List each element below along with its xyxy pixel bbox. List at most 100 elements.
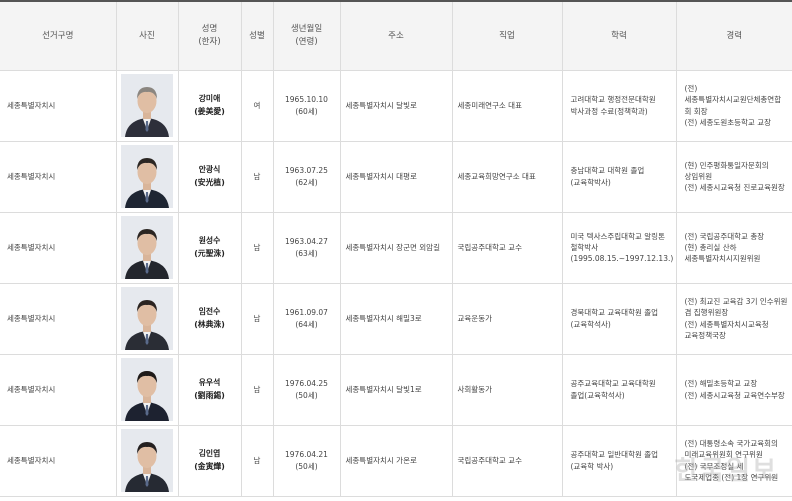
education-line-1: 고려대학교 행정전문대학원: [570, 95, 656, 105]
cell-job: 사회활동가: [452, 354, 563, 426]
cell-district: 세종특별자치시: [0, 354, 117, 426]
cell-education: 충남대학교 대학원 졸업 (교육학박사): [562, 141, 677, 213]
cell-gender: 여: [241, 70, 274, 142]
education-line-2: (교육학석사): [570, 319, 611, 329]
cell-career: (전) 대통령소속 국가교육회의 미래교육위원회 연구위원 (전) 국무조정실 세도…: [676, 425, 792, 497]
career-line-1: (전) 국립공주대학교 총장: [684, 231, 765, 241]
career-line-3: 세종특별자치시지원위원: [684, 254, 761, 264]
cell-education: 공주대학교 일반대학원 졸업 (교육학 박사): [562, 425, 677, 497]
cell-district: 세종특별자치시: [0, 212, 117, 284]
career-line-4: 교육정책국장: [684, 330, 726, 340]
table-row: 세종특별자치시 임전수 (林典洙) 남 1961.09.07 (64세) 세종특별자치시 해…: [0, 283, 792, 355]
career-line-3: 회 회장: [684, 106, 708, 116]
header-birth-line2: (연령): [295, 36, 318, 47]
candidate-age: (60세): [295, 106, 318, 116]
cell-photo: [116, 354, 179, 426]
candidate-age: (50세): [295, 390, 318, 400]
header-row: 선거구명 사진 성명 (한자) 성별 생년월일 (연령) 주소 직업 학력 경력: [0, 0, 792, 71]
candidate-age: (62세): [295, 177, 318, 187]
education-line-1: 경북대학교 교육대학원 졸업: [570, 308, 659, 318]
candidate-hanja: (姜美愛): [194, 106, 225, 116]
cell-name: 강미애 (姜美愛): [178, 70, 242, 142]
candidate-birthdate: 1961.09.07: [285, 308, 328, 318]
candidate-birthdate: 1965.10.10: [285, 95, 328, 105]
cell-education: 미국 텍사스주립대학교 알링톤 철학박사 (1995.08.15.~1997.12.…: [562, 212, 677, 284]
career-line-3: (전) 세종특별자치시교육청: [684, 319, 769, 329]
candidate-hanja: (金寅燁): [194, 461, 225, 471]
candidate-birthdate: 1963.04.27: [285, 237, 328, 247]
education-line-1: 미국 텍사스주립대학교 알링톤: [570, 231, 665, 241]
candidate-age: (50세): [295, 461, 318, 471]
candidate-name: 임전수: [198, 307, 221, 317]
career-line-2: 미래교육위원회 연구위원: [684, 450, 763, 460]
portrait-image: [121, 216, 173, 279]
candidate-name: 강미애: [198, 94, 221, 104]
cell-photo: [116, 70, 179, 142]
education-line-2: (교육학 박사): [570, 461, 614, 471]
career-line-2: (전) 세종시교육청 교육연수부장: [684, 390, 785, 400]
candidate-table: 선거구명 사진 성명 (한자) 성별 생년월일 (연령) 주소 직업 학력 경력…: [0, 0, 792, 497]
cell-photo: [116, 283, 179, 355]
portrait-image: [121, 74, 173, 137]
header-photo: 사진: [116, 0, 179, 71]
candidate-hanja: (元聖洙): [194, 248, 225, 258]
career-line-3: (전) 세종시교육청 진로교육원장: [684, 183, 785, 193]
career-line-1: (전): [684, 84, 698, 93]
header-birth-line1: 생년월일: [290, 24, 323, 35]
cell-address: 세종특별자치시 해밀3로: [340, 283, 453, 355]
table-row: 세종특별자치시 유우석 (劉雨錫) 남 1976.04.25 (50세) 세종특별자치시 달…: [0, 354, 792, 426]
candidate-hanja: (安光植): [194, 177, 225, 187]
header-district: 선거구명: [0, 0, 117, 71]
cell-job: 국립공주대학교 교수: [452, 425, 563, 497]
table-row: 세종특별자치시 원성수 (元聖洙) 남 1963.04.27 (63세) 세종특별자치시 장…: [0, 212, 792, 284]
header-name: 성명 (한자): [178, 0, 242, 71]
header-career: 경력: [676, 0, 792, 71]
cell-district: 세종특별자치시: [0, 70, 117, 142]
header-education: 학력: [562, 0, 677, 71]
portrait-image: [121, 358, 173, 421]
cell-district: 세종특별자치시: [0, 141, 117, 213]
candidate-birthdate: 1976.04.25: [285, 379, 328, 389]
candidate-birthdate: 1976.04.21: [285, 450, 328, 460]
cell-job: 교육운동가: [452, 283, 563, 355]
cell-career: (현) 민주평화통일자문회의 상임위원 (전) 세종시교육청 진로교육원장: [676, 141, 792, 213]
table-row: 세종특별자치시 안광식 (安光植) 남 1963.07.25 (62세) 세종특별자치시 대…: [0, 141, 792, 213]
cell-career: (전) 해밀초등학교 교장 (전) 세종시교육청 교육연수부장: [676, 354, 792, 426]
career-line-1: (전) 해밀초등학교 교장: [684, 379, 758, 389]
cell-birth: 1963.04.27 (63세): [273, 212, 341, 284]
cell-education: 공주교육대학교 교육대학원 졸업(교육학석사): [562, 354, 677, 426]
cell-district: 세종특별자치시: [0, 425, 117, 497]
header-birth: 생년월일 (연령): [273, 0, 341, 71]
table-row: 세종특별자치시 김인엽 (金寅燁) 남 1976.04.21 (50세) 세종특별자치시 가…: [0, 425, 792, 497]
education-line-1: 충남대학교 대학원 졸업: [570, 166, 645, 176]
cell-name: 임전수 (林典洙): [178, 283, 242, 355]
portrait-image: [121, 287, 173, 350]
table-row: 세종특별자치시 강미애 (姜美愛) 여 1965.10.10 (60세) 세종특별자치시 달…: [0, 70, 792, 142]
candidate-name: 원성수: [198, 236, 221, 246]
career-line-1: (현) 민주평화통일자문회의: [684, 160, 769, 170]
candidate-photo: [121, 74, 173, 137]
cell-address: 세종특별자치시 달빛1로: [340, 354, 453, 426]
cell-birth: 1976.04.21 (50세): [273, 425, 341, 497]
cell-district: 세종특별자치시: [0, 283, 117, 355]
cell-birth: 1976.04.25 (50세): [273, 354, 341, 426]
candidate-hanja: (劉雨錫): [194, 390, 225, 400]
education-line-1: 공주교육대학교 교육대학원: [570, 379, 656, 389]
portrait-image: [121, 145, 173, 208]
candidate-age: (64세): [295, 319, 318, 329]
cell-photo: [116, 212, 179, 284]
candidate-hanja: (林典洙): [194, 319, 225, 329]
education-line-2: (교육학박사): [570, 177, 611, 187]
cell-job: 세종미래연구소 대표: [452, 70, 563, 142]
career-line-2: 상임위원: [684, 171, 713, 181]
cell-gender: 남: [241, 283, 274, 355]
header-job: 직업: [452, 0, 563, 71]
candidate-photo: [121, 216, 173, 279]
header-gender: 성별: [241, 0, 274, 71]
header-name-line2: (한자): [198, 36, 221, 47]
career-line-4: 도국제업종 (전) 1장 연구위원: [684, 472, 779, 482]
career-line-1: (전) 대통령소속 국가교육회의: [684, 439, 778, 448]
cell-name: 유우석 (劉雨錫): [178, 354, 242, 426]
candidate-name: 김인엽: [198, 449, 221, 459]
cell-career: (전) 최교진 교육감 3기 인수위원 겸 집행위원장 (전) 세종특별자치시교육청…: [676, 283, 792, 355]
